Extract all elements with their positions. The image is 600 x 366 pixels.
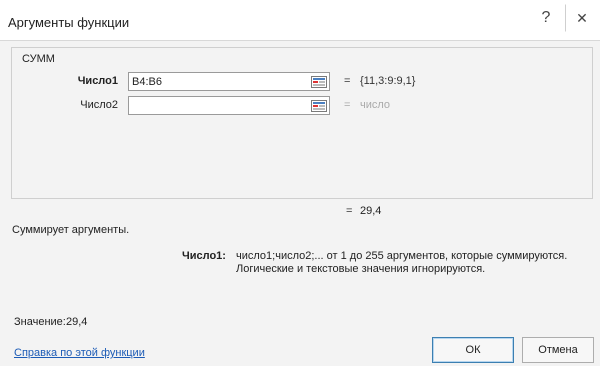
arg1-value: B4:B6	[132, 76, 162, 88]
arg1-collapse-button[interactable]	[309, 74, 329, 89]
arg1-input[interactable]: B4:B6	[128, 72, 330, 91]
arg1-equals: =	[344, 75, 351, 87]
collapse-dialog-icon	[311, 99, 327, 112]
arg2-result: число	[360, 99, 391, 111]
help-button[interactable]: ?	[526, 4, 566, 32]
help-icon: ?	[541, 9, 551, 26]
window-title: Аргументы функции	[8, 15, 130, 30]
function-help-link[interactable]: Справка по этой функции	[14, 347, 145, 359]
arg2-input[interactable]	[128, 96, 330, 115]
function-name: СУММ	[22, 53, 55, 65]
arg2-collapse-button[interactable]	[309, 98, 329, 113]
function-description: Суммирует аргументы.	[12, 224, 130, 236]
arg1-label: Число1	[77, 75, 118, 87]
collapse-dialog-icon	[311, 75, 327, 88]
formula-result-equals: =	[346, 205, 353, 217]
formula-result-value: 29,4	[360, 205, 382, 217]
arg-help-line2: Логические и текстовые значения игнориру…	[236, 263, 486, 275]
value-label: Значение:	[14, 316, 66, 328]
title-bar: Аргументы функции ? ✕	[0, 0, 600, 40]
arg-help-name: Число1:	[182, 250, 226, 262]
ok-button[interactable]: ОК	[432, 337, 514, 363]
function-group-box	[11, 47, 593, 199]
arg2-equals: =	[344, 99, 351, 111]
cancel-button[interactable]: Отмена	[522, 337, 594, 363]
close-button[interactable]: ✕	[562, 4, 600, 32]
close-icon: ✕	[576, 9, 588, 26]
value-number: 29,4	[66, 316, 88, 328]
arg2-label: Число2	[80, 99, 118, 111]
arg1-result: {11,3:9:9,1}	[360, 75, 416, 87]
arg-help-line1: число1;число2;... от 1 до 255 аргументов…	[236, 250, 568, 262]
